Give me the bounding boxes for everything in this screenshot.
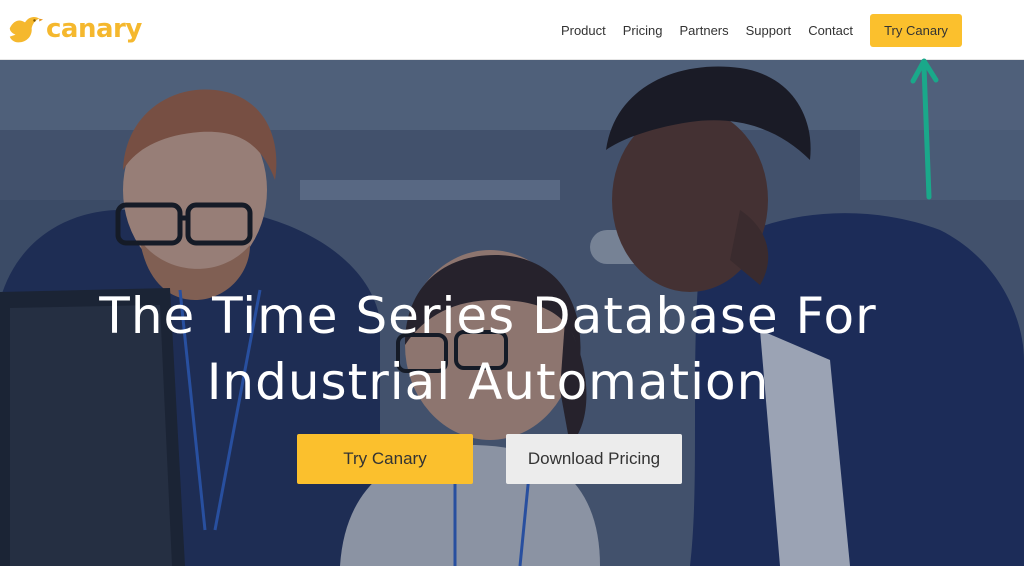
nav-product[interactable]: Product bbox=[561, 23, 606, 38]
hero-headline-line-2: Industrial Automation bbox=[206, 353, 770, 411]
nav-pricing[interactable]: Pricing bbox=[623, 23, 663, 38]
bird-icon bbox=[9, 17, 44, 43]
canary-logo[interactable]: canary bbox=[6, 9, 142, 51]
try-canary-hero-button[interactable]: Try Canary bbox=[297, 434, 473, 484]
nav-contact[interactable]: Contact bbox=[808, 23, 853, 38]
try-canary-nav-button[interactable]: Try Canary bbox=[870, 13, 962, 47]
top-navbar: canary Product Pricing Partners Support … bbox=[0, 0, 1024, 60]
brand-name: canary bbox=[46, 14, 142, 44]
nav-support[interactable]: Support bbox=[746, 23, 792, 38]
hero-headline-line-1: The Time Series Database For bbox=[99, 287, 877, 345]
nav-partners[interactable]: Partners bbox=[680, 23, 729, 38]
main-nav: Product Pricing Partners Support Contact… bbox=[561, 0, 1024, 60]
hero-section: The Time Series Database For Industrial … bbox=[0, 60, 1024, 566]
download-pricing-button[interactable]: Download Pricing bbox=[506, 434, 682, 484]
arrow-up-icon bbox=[910, 58, 939, 200]
